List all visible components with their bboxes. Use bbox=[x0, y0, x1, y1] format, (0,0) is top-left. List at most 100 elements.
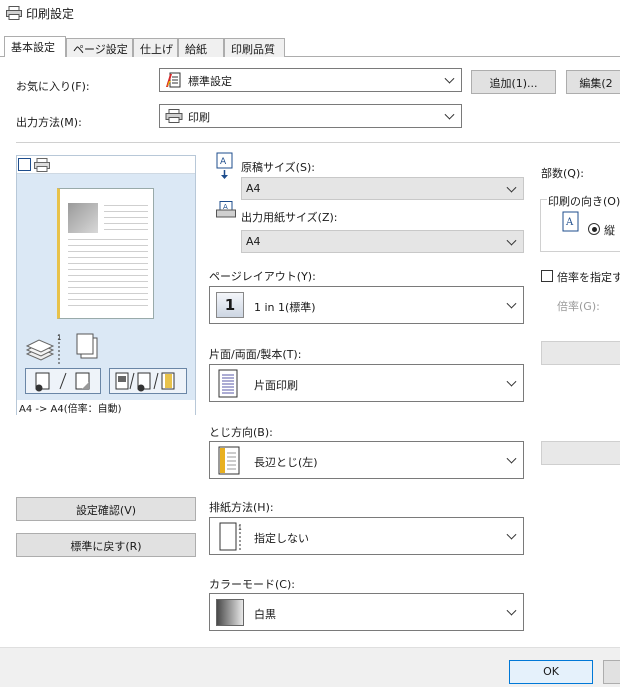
svg-text:A: A bbox=[565, 217, 574, 228]
color-mode-value: 白黒 bbox=[254, 608, 276, 621]
output-size-select[interactable]: A4 bbox=[241, 230, 524, 253]
printer-icon bbox=[165, 109, 183, 123]
original-size-icon: A bbox=[216, 152, 233, 179]
button-label: 設定確認(V) bbox=[75, 504, 137, 517]
chevron-down-icon bbox=[506, 182, 517, 193]
tab-basic[interactable]: 基本設定 bbox=[4, 36, 66, 58]
reset-defaults-button[interactable]: 標準に戻す(R) bbox=[16, 533, 196, 557]
chevron-down-icon bbox=[444, 73, 455, 84]
page-line bbox=[104, 205, 148, 206]
scale-checkbox-label: 倍率を指定す bbox=[557, 271, 620, 284]
page-preview bbox=[57, 188, 154, 319]
page-line bbox=[68, 257, 148, 258]
favorites-select[interactable]: 標準設定 bbox=[159, 68, 462, 92]
add-favorite-button[interactable]: 追加(1)... bbox=[471, 70, 556, 94]
svg-text:1: 1 bbox=[57, 334, 61, 342]
favorites-value: 標準設定 bbox=[188, 75, 232, 88]
output-method-select[interactable]: 印刷 bbox=[159, 104, 462, 128]
single-page-icon[interactable] bbox=[18, 158, 31, 171]
binding-toggle-button[interactable] bbox=[109, 368, 187, 394]
tab-print-quality[interactable]: 印刷品質 bbox=[224, 38, 285, 57]
page-line bbox=[68, 305, 148, 306]
window-title: 印刷設定 bbox=[26, 7, 75, 21]
scale-checkbox[interactable] bbox=[541, 270, 553, 282]
page-line bbox=[68, 287, 148, 288]
binding-label: とじ方向(B): bbox=[209, 426, 273, 439]
print-preview: 1 A4 -> A4(倍率：自動) bbox=[16, 155, 196, 415]
tab-label: 給紙 bbox=[185, 43, 207, 56]
output-tray-icon: 1 bbox=[219, 522, 242, 551]
output-paper-icon: A bbox=[216, 201, 236, 218]
chevron-down-icon bbox=[444, 109, 455, 120]
chevron-down-icon bbox=[506, 376, 517, 387]
page-line bbox=[68, 275, 148, 276]
orientation-label: 印刷の向き(O) bbox=[547, 193, 620, 209]
page-line bbox=[68, 293, 148, 294]
page-line bbox=[68, 239, 148, 240]
page-line bbox=[104, 211, 148, 212]
output-size-label: 出力用紙サイズ(Z): bbox=[241, 211, 338, 224]
edit-favorite-button[interactable]: 編集(2 bbox=[566, 70, 620, 94]
favorites-label: お気に入り(F): bbox=[16, 80, 90, 93]
original-size-select[interactable]: A4 bbox=[241, 177, 524, 200]
tab-paper-feed[interactable]: 給紙 bbox=[178, 38, 224, 57]
chevron-down-icon bbox=[506, 298, 517, 309]
portrait-radio[interactable] bbox=[588, 223, 600, 235]
page-layout-select[interactable]: 1 1 in 1(標準) bbox=[209, 286, 524, 324]
duplex-select[interactable]: 片面印刷 bbox=[209, 364, 524, 402]
duplex-label: 片面/両面/製本(T): bbox=[209, 348, 302, 361]
ok-button[interactable]: OK bbox=[509, 660, 593, 684]
button-label: 追加(1)... bbox=[489, 77, 538, 90]
color-mode-select[interactable]: 白黒 bbox=[209, 593, 524, 631]
chevron-down-icon bbox=[506, 605, 517, 616]
grayscale-icon bbox=[216, 599, 244, 626]
page-line bbox=[68, 281, 148, 282]
section-divider bbox=[16, 142, 620, 143]
chevron-down-icon bbox=[506, 529, 517, 540]
title-bar: 印刷設定 bbox=[0, 0, 620, 27]
tab-label: ページ設定 bbox=[73, 43, 128, 56]
page-image bbox=[68, 203, 98, 233]
duplex-toggle-icon bbox=[35, 372, 90, 392]
duplex-toggle-button[interactable] bbox=[25, 368, 101, 394]
page-line bbox=[104, 217, 148, 218]
long-edge-left-binding-icon bbox=[218, 446, 240, 475]
confirm-settings-button[interactable]: 設定確認(V) bbox=[16, 497, 196, 521]
favorites-icon bbox=[166, 72, 181, 88]
page-line bbox=[104, 229, 148, 230]
single-sided-icon bbox=[218, 369, 238, 398]
page-line bbox=[68, 263, 148, 264]
binding-value: 長辺とじ(左) bbox=[254, 456, 318, 469]
original-size-label: 原稿サイズ(S): bbox=[241, 161, 315, 174]
output-size-value: A4 bbox=[246, 235, 261, 248]
preview-caption: A4 -> A4(倍率：自動) bbox=[17, 400, 195, 415]
binding-select[interactable]: 長辺とじ(左) bbox=[209, 441, 524, 479]
cancel-button[interactable] bbox=[603, 660, 620, 684]
output-method-value: 印刷 bbox=[188, 111, 210, 124]
page-line bbox=[68, 299, 148, 300]
copies-label: 部数(Q): bbox=[541, 167, 584, 180]
binding-toggle-icon bbox=[115, 372, 175, 392]
tab-finishing[interactable]: 仕上げ bbox=[133, 38, 178, 57]
original-size-value: A4 bbox=[246, 182, 261, 195]
disabled-button[interactable] bbox=[541, 441, 620, 465]
output-tray-label: 排紙方法(H): bbox=[209, 501, 274, 514]
output-tray-select[interactable]: 1 指定しない bbox=[209, 517, 524, 555]
portrait-label: 縦 bbox=[604, 224, 615, 237]
page-line bbox=[68, 245, 148, 246]
page-layout-value: 1 in 1(標準) bbox=[254, 301, 316, 314]
dialog-button-bar: OK bbox=[0, 647, 620, 687]
disabled-button[interactable] bbox=[541, 341, 620, 365]
printer-view-icon[interactable] bbox=[34, 158, 50, 172]
svg-text:A: A bbox=[220, 157, 227, 167]
chevron-down-icon bbox=[506, 235, 517, 246]
page-layout-label: ページレイアウト(Y): bbox=[209, 270, 316, 283]
color-mode-label: カラーモード(C): bbox=[209, 578, 295, 591]
chevron-down-icon bbox=[506, 453, 517, 464]
tab-strip: 基本設定 ページ設定 仕上げ 給紙 印刷品質 bbox=[0, 36, 620, 58]
scale-ratio-label: 倍率(G): bbox=[557, 300, 600, 313]
tab-label: 印刷品質 bbox=[231, 43, 275, 56]
tab-page-setup[interactable]: ページ設定 bbox=[66, 38, 133, 57]
pages-icon bbox=[76, 333, 98, 359]
preview-header bbox=[17, 156, 195, 174]
